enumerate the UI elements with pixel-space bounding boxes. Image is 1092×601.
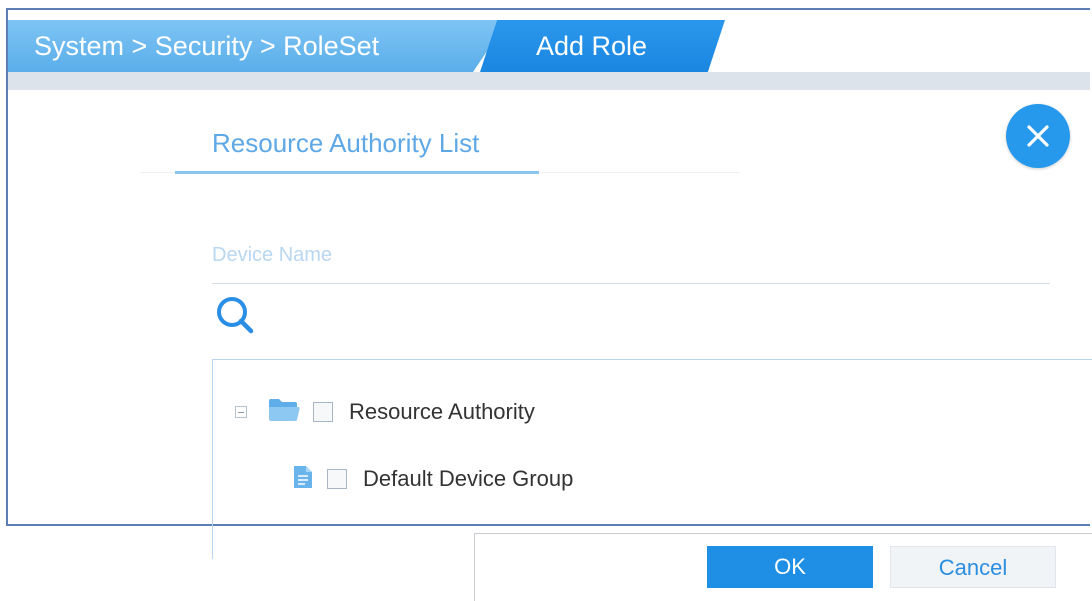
tree-node-resource-authority[interactable]: Resource Authority <box>235 396 535 428</box>
ok-button[interactable]: OK <box>707 546 873 588</box>
cancel-button[interactable]: Cancel <box>890 546 1056 588</box>
document-icon <box>293 465 313 494</box>
tree-node-default-device-group[interactable]: Default Device Group <box>293 463 573 495</box>
header-divider <box>8 72 1090 90</box>
tab-resource-authority-list[interactable]: Resource Authority List <box>212 128 479 159</box>
page-title-tab: Add Role <box>480 20 725 72</box>
close-button[interactable] <box>1006 104 1070 168</box>
search-input-underline <box>212 283 1050 284</box>
resource-tree <box>212 359 1092 559</box>
checkbox[interactable] <box>313 402 333 422</box>
search-icon <box>217 297 254 334</box>
breadcrumb[interactable]: System > Security > RoleSet <box>8 20 508 72</box>
folder-open-icon <box>267 397 301 428</box>
header-bar: System > Security > RoleSet Add Role <box>8 10 1090 72</box>
close-icon <box>1027 125 1049 147</box>
search-button[interactable] <box>214 294 256 341</box>
collapse-toggle-icon[interactable] <box>235 406 247 418</box>
search-input[interactable]: Device Name <box>212 244 332 267</box>
checkbox[interactable] <box>327 469 347 489</box>
tree-node-label: Default Device Group <box>363 466 574 491</box>
active-tab-indicator <box>175 171 539 174</box>
tree-node-label: Resource Authority <box>349 399 535 424</box>
